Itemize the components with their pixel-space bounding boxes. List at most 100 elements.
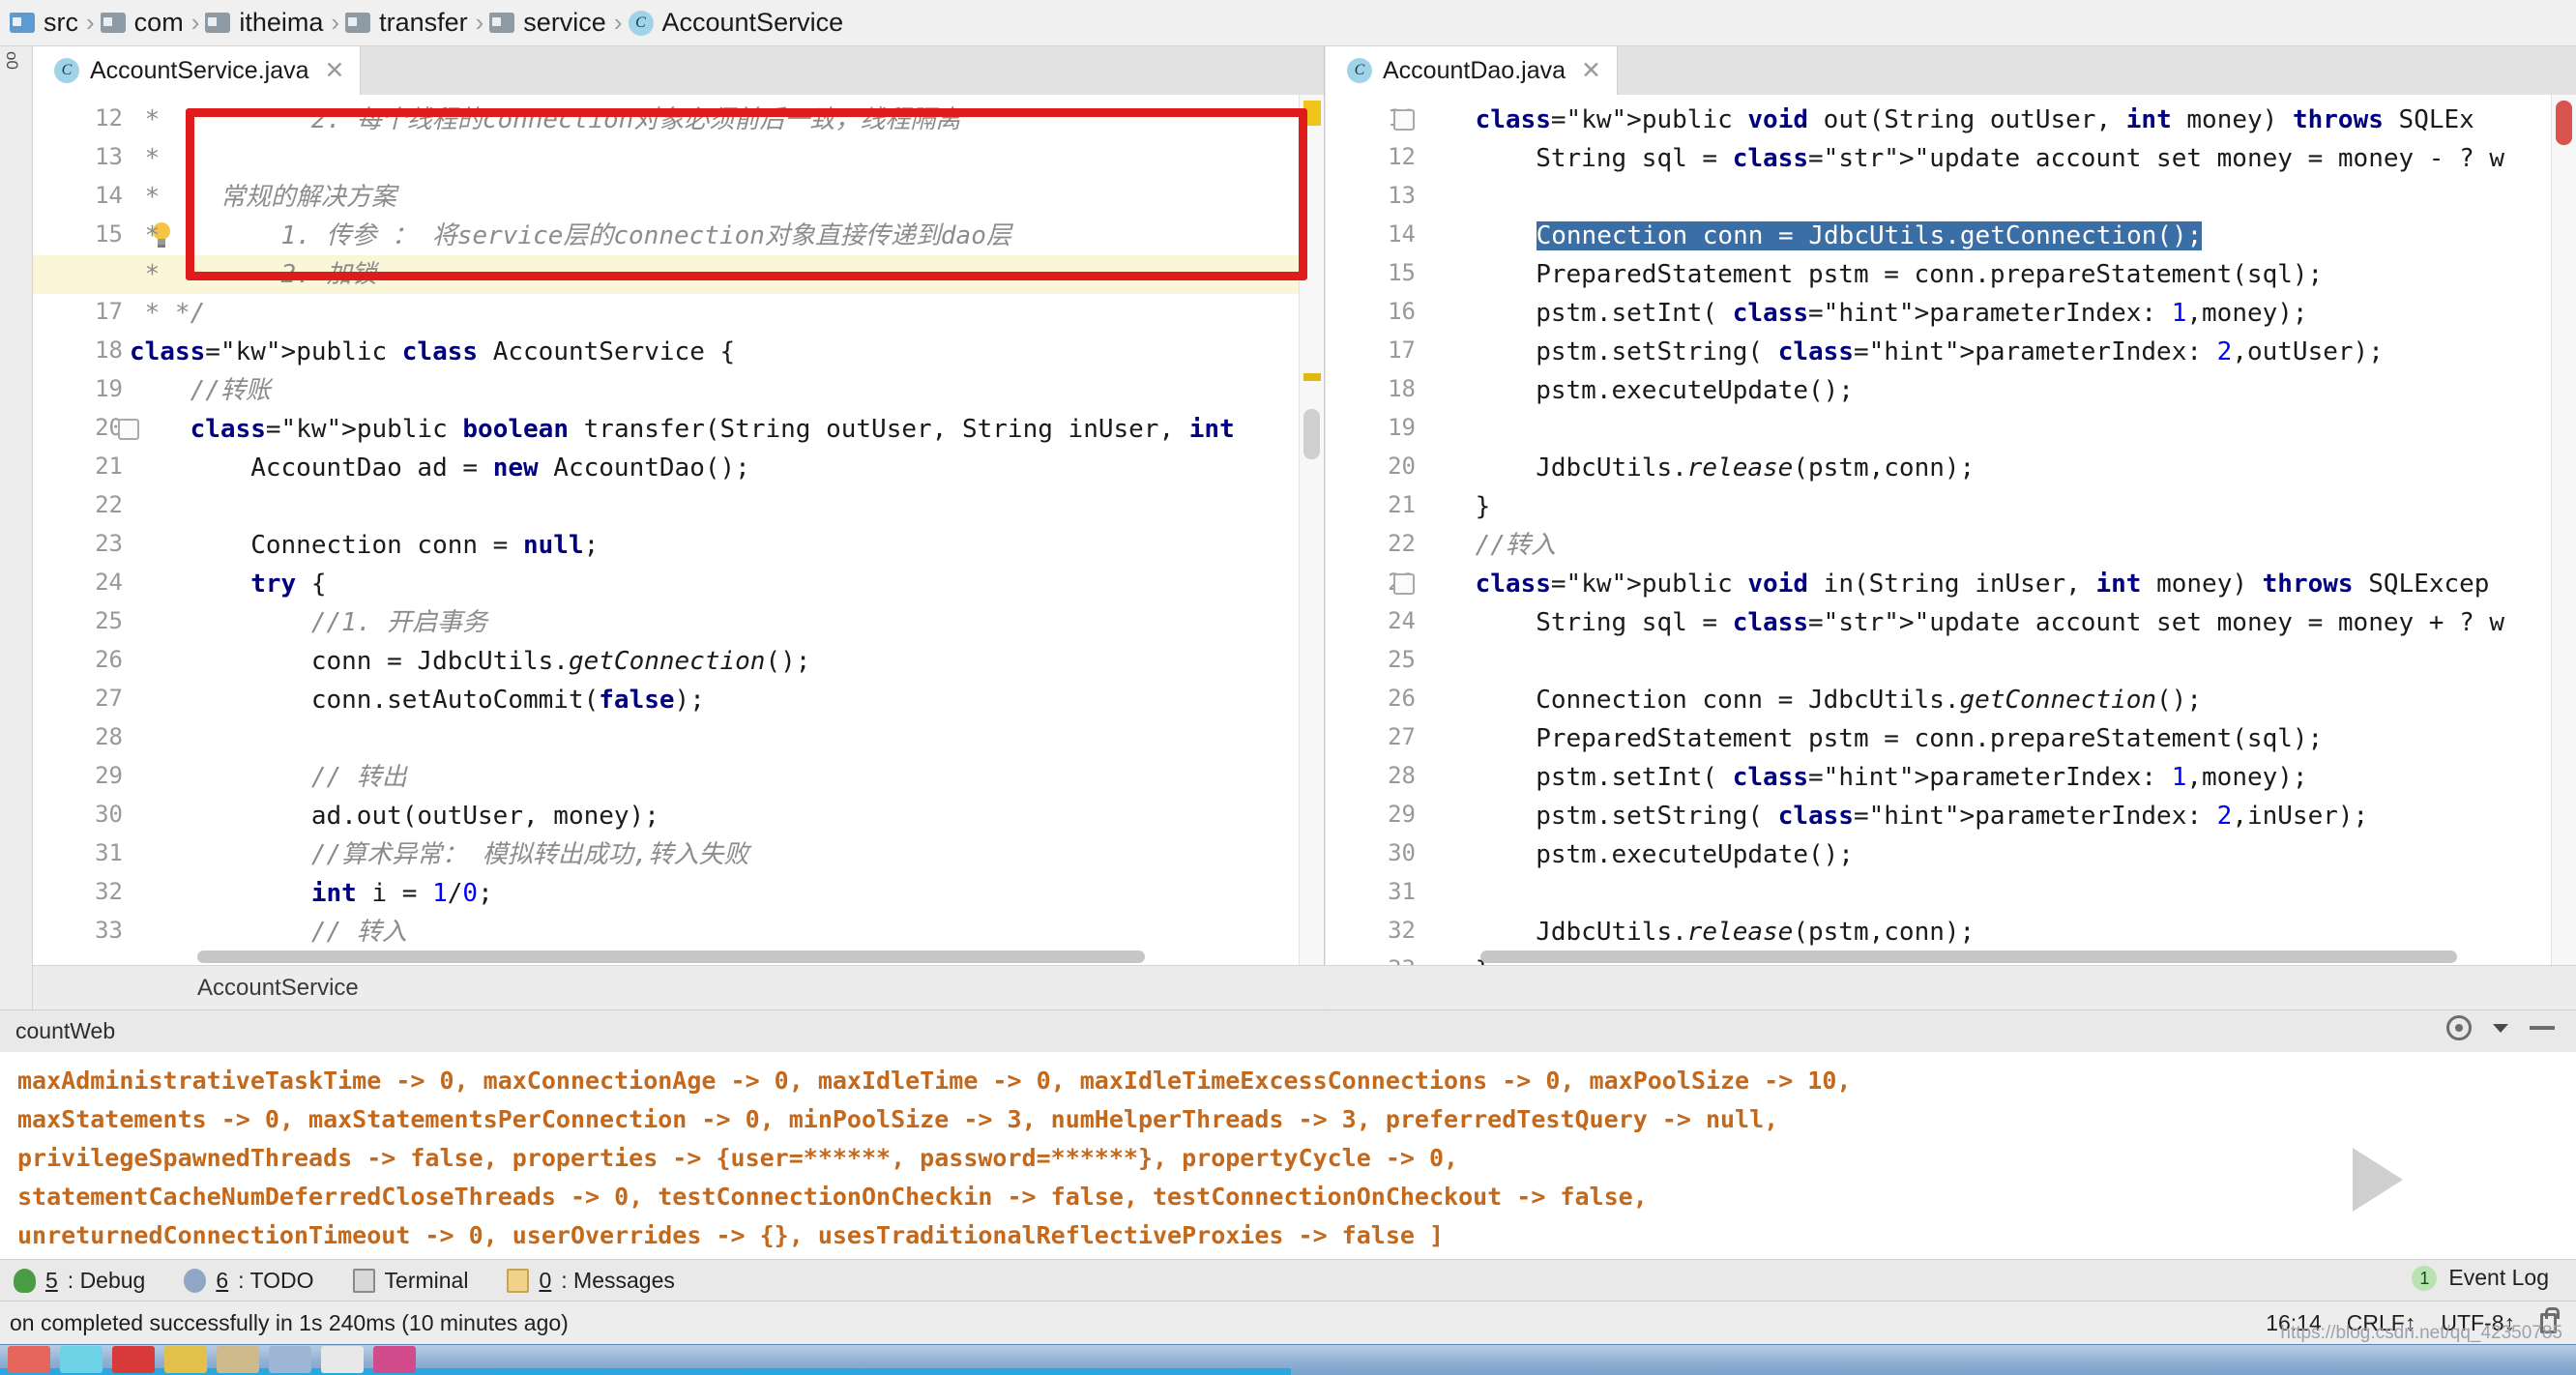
code-line[interactable]: } [1415, 487, 1491, 526]
breadcrumb-item-src[interactable]: src [6, 0, 84, 46]
terminal-icon [352, 1268, 375, 1293]
code-line[interactable]: int i = 1/0; [130, 874, 493, 913]
breadcrumb-item-service[interactable]: service [485, 0, 612, 46]
code-line[interactable]: AccountDao ad = new AccountDao(); [130, 449, 750, 487]
taskbar-app-icon[interactable] [269, 1346, 311, 1373]
event-log-button[interactable]: 1 Event Log [2412, 1265, 2549, 1291]
code-editor-accountdao[interactable]: 11 12 13 14 15 16 17 18 19 20 21 22 23 24 25 26 27 28 29 30… [1326, 95, 2576, 965]
breadcrumb-item-com[interactable]: com [97, 0, 190, 46]
code-line[interactable]: ad.out(outUser, money); [130, 797, 659, 835]
console-toolbar [2446, 1015, 2555, 1040]
tool-button-todo[interactable]: 6: TODO [170, 1268, 338, 1294]
code-line[interactable]: Connection conn = JdbcUtils.getConnectio… [1415, 681, 2202, 719]
tab-accountservice-java[interactable]: C AccountService.java ✕ [33, 46, 362, 95]
code-line[interactable]: class="kw">public void out(String outUse… [1415, 101, 2474, 139]
breadcrumb-separator: › [190, 8, 200, 37]
folder-icon [345, 13, 371, 33]
java-class-icon: C [628, 10, 654, 36]
taskbar-app-icon[interactable] [373, 1346, 416, 1373]
warning-marker[interactable] [1303, 373, 1321, 381]
code-line[interactable]: * */ [130, 294, 206, 333]
code-line[interactable]: pstm.setString( class="hint">parameterIn… [1415, 797, 2368, 835]
code-content[interactable]: class="kw">public void out(String outUse… [1326, 95, 2576, 965]
vertical-scrollbar-thumb[interactable] [1303, 409, 1320, 459]
breadcrumb-item-accountservice[interactable]: C AccountService [625, 0, 850, 46]
code-line[interactable]: //1. 开启事务 [130, 603, 487, 642]
close-icon[interactable]: ✕ [325, 56, 345, 85]
debug-icon [14, 1268, 36, 1293]
tool-label: Terminal [384, 1267, 469, 1293]
footer-class-name[interactable]: AccountService [197, 975, 359, 1002]
folder-blue-icon [10, 13, 35, 33]
code-line[interactable]: pstm.setInt( class="hint">parameterIndex… [1415, 294, 2307, 333]
close-icon[interactable]: ✕ [1581, 56, 1601, 85]
taskbar-app-icon[interactable] [321, 1346, 364, 1373]
run-overlay-button[interactable] [2293, 1117, 2462, 1243]
tool-window-bar: 5: Debug 6: TODO Terminal 0: Messages [0, 1259, 2576, 1302]
code-line[interactable]: pstm.executeUpdate(); [1415, 371, 1854, 410]
code-line[interactable]: try { [130, 565, 326, 603]
taskbar-app-icon[interactable] [112, 1346, 155, 1373]
code-line[interactable]: JdbcUtils.release(pstm,conn); [1415, 913, 1975, 951]
tool-strip-item[interactable]: o0 [0, 46, 23, 74]
error-scrollbar-thumb[interactable] [2556, 101, 2572, 145]
code-line[interactable]: * 2. 加锁 [130, 255, 377, 294]
warning-marker[interactable] [1303, 101, 1321, 126]
code-line[interactable]: Connection conn = null; [130, 526, 599, 565]
code-line[interactable]: //转入 [1415, 526, 1556, 565]
code-line[interactable]: PreparedStatement pstm = conn.prepareSta… [1415, 255, 2323, 294]
breadcrumb: src › com › itheima › transfer › service… [0, 0, 2576, 46]
taskbar-app-icon[interactable] [8, 1346, 50, 1373]
java-class-icon: C [54, 58, 79, 83]
code-line[interactable]: } [1415, 951, 1491, 965]
tool-button-debug[interactable]: 5: Debug [0, 1268, 170, 1294]
code-line[interactable]: //算术异常： 模拟转出成功,转入失败 [130, 835, 749, 874]
breadcrumb-item-itheima[interactable]: itheima [201, 0, 329, 46]
code-line[interactable]: * 常规的解决方案 [130, 178, 396, 217]
tab-accountdao-java[interactable]: C AccountDao.java ✕ [1326, 46, 1618, 95]
code-line[interactable]: class="kw">public boolean transfer(Strin… [130, 410, 1235, 449]
taskbar-app-icon[interactable] [60, 1346, 102, 1373]
minimize-icon[interactable] [2530, 1026, 2555, 1030]
code-line[interactable]: * 2. 每个线程的connection对象必须前后一致，线程隔离 [130, 101, 961, 139]
taskbar-app-icon[interactable] [217, 1346, 259, 1373]
code-editor-accountservice[interactable]: 1213141516171819202122232425262728293031… [33, 95, 1325, 965]
console-tab-label[interactable]: countWeb [0, 1018, 131, 1044]
code-line[interactable]: JdbcUtils.release(pstm,conn); [1415, 449, 1975, 487]
chevron-down-icon[interactable] [2493, 1023, 2508, 1033]
code-line[interactable]: conn.setAutoCommit(false); [130, 681, 705, 719]
gear-icon[interactable] [2446, 1015, 2472, 1040]
marker-column-right[interactable] [2551, 95, 2576, 965]
code-line[interactable]: PreparedStatement pstm = conn.prepareSta… [1415, 719, 2323, 758]
console-output[interactable]: maxAdministrativeTaskTime -> 0, maxConne… [0, 1052, 2576, 1259]
taskbar-app-icon[interactable] [164, 1346, 207, 1373]
breadcrumb-item-transfer[interactable]: transfer [341, 0, 474, 46]
code-line[interactable]: String sql = class="str">"update account… [1415, 603, 2504, 642]
marker-column-left[interactable] [1299, 95, 1324, 965]
console-line: maxAdministrativeTaskTime -> 0, maxConne… [17, 1067, 1852, 1095]
code-line[interactable]: * [130, 139, 161, 178]
code-line[interactable]: pstm.executeUpdate(); [1415, 835, 1854, 874]
tool-button-terminal[interactable]: Terminal [339, 1268, 494, 1294]
code-line[interactable]: pstm.setInt( class="hint">parameterIndex… [1415, 758, 2307, 797]
code-line[interactable]: String sql = class="str">"update account… [1415, 139, 2504, 178]
editor-breadcrumb-left: AccountService [33, 965, 1325, 1009]
breadcrumb-label: itheima [239, 8, 324, 37]
breadcrumb-separator: › [331, 8, 340, 37]
code-line[interactable]: //转账 [130, 371, 271, 410]
code-line[interactable]: class="kw">public void in(String inUser,… [1415, 565, 2490, 603]
code-line[interactable]: // 转入 [130, 913, 407, 951]
code-content[interactable]: * 2. 每个线程的connection对象必须前后一致，线程隔离 * * 常规… [33, 95, 1324, 965]
code-line[interactable]: // 转出 [130, 758, 407, 797]
tool-button-messages[interactable]: 0: Messages [493, 1268, 699, 1294]
horizontal-scrollbar-thumb[interactable] [1480, 951, 2457, 963]
code-line[interactable]: conn = JdbcUtils.getConnection(); [130, 642, 811, 681]
shortcut-number: 6 [216, 1267, 229, 1293]
code-line[interactable]: pstm.setString( class="hint">parameterIn… [1415, 333, 2384, 371]
code-line[interactable]: class="kw">public class AccountService { [130, 333, 735, 371]
intellij-idea-window: src › com › itheima › transfer › service… [0, 0, 2576, 1375]
horizontal-scrollbar-thumb[interactable] [197, 951, 1145, 963]
breadcrumb-separator: › [613, 8, 623, 37]
code-line[interactable]: Connection conn = JdbcUtils.getConnectio… [1536, 217, 2203, 255]
code-line[interactable]: * 1. 传参 ： 将service层的connection对象直接传递到dao… [130, 217, 1011, 255]
